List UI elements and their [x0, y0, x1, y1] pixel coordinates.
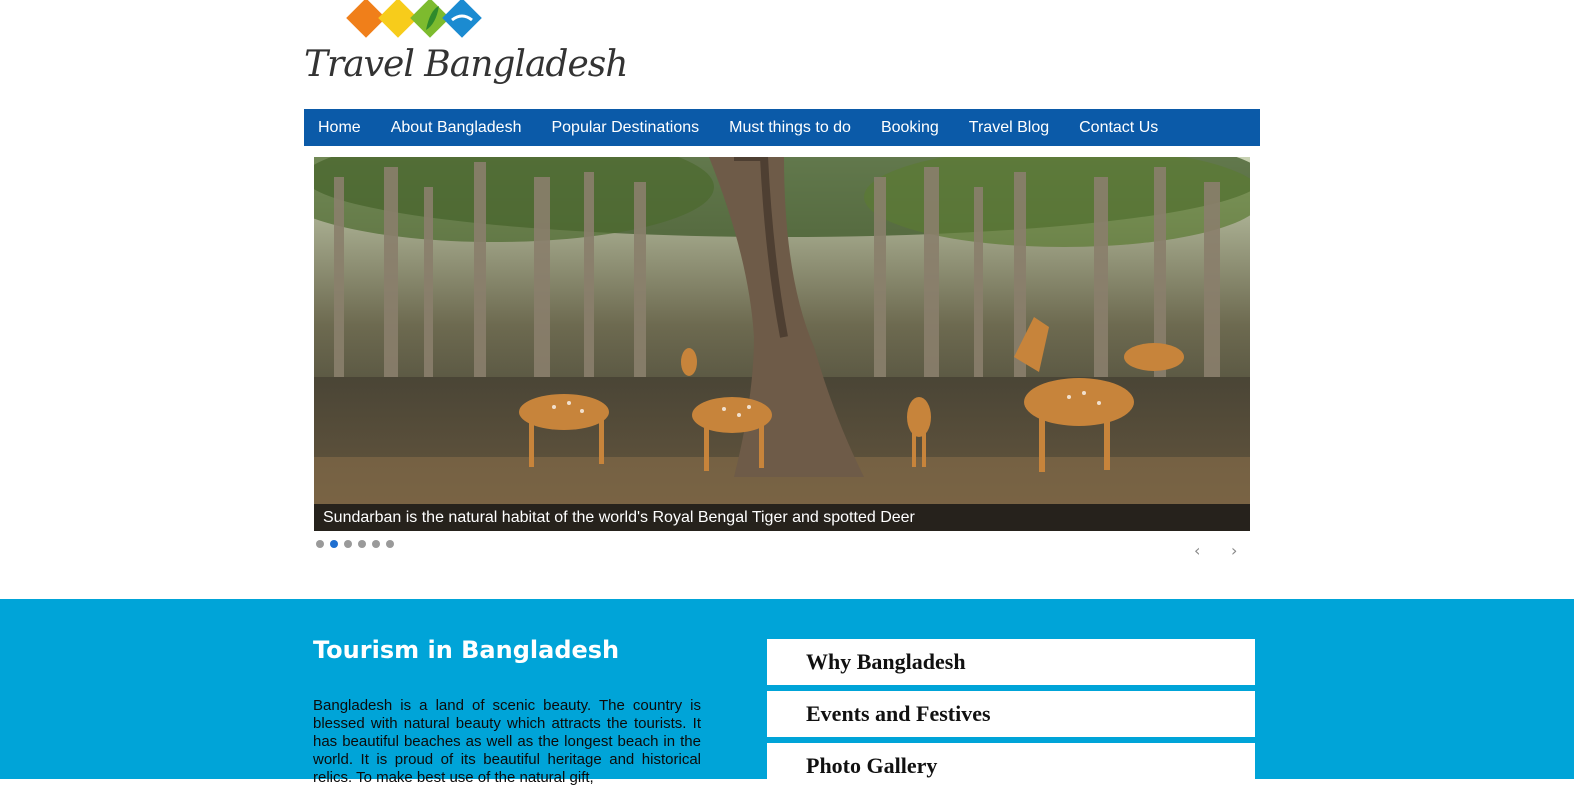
nav-item-must-things-to-do[interactable]: Must things to do	[714, 109, 866, 146]
nav-item-popular-destinations[interactable]: Popular Destinations	[536, 109, 714, 146]
section-body-text: Bangladesh is a land of scenic beauty. T…	[313, 697, 701, 786]
slide-caption: Sundarban is the natural habitat of the …	[314, 504, 1250, 531]
site-logo[interactable]: Travel Bangladesh	[304, 0, 628, 106]
nav-item-travel-blog[interactable]: Travel Blog	[954, 109, 1064, 146]
nav-item-booking[interactable]: Booking	[866, 109, 954, 146]
logo-text: Travel Bangladesh	[304, 44, 628, 85]
slider-dot[interactable]	[386, 540, 394, 548]
link-photo-gallery[interactable]: Photo Gallery	[767, 743, 1255, 789]
slide-image-sundarban-deer	[314, 157, 1250, 531]
slider-dot-active[interactable]	[330, 540, 338, 548]
slider-dot[interactable]	[344, 540, 352, 548]
main-nav: Home About Bangladesh Popular Destinatio…	[304, 109, 1260, 146]
nav-item-about-bangladesh[interactable]: About Bangladesh	[376, 109, 537, 146]
section-title: Tourism in Bangladesh	[313, 636, 620, 664]
logo-mark	[346, 0, 482, 38]
slider-pagination	[316, 540, 394, 548]
slider-dot[interactable]	[372, 540, 380, 548]
link-why-bangladesh[interactable]: Why Bangladesh	[767, 639, 1255, 685]
hero-slider[interactable]: Sundarban is the natural habitat of the …	[314, 157, 1250, 531]
slider-next-icon[interactable]: ›	[1231, 541, 1237, 560]
slider-prev-icon[interactable]: ‹	[1194, 541, 1200, 560]
slider-dot[interactable]	[358, 540, 366, 548]
link-events-and-festives[interactable]: Events and Festives	[767, 691, 1255, 737]
nav-item-contact-us[interactable]: Contact Us	[1064, 109, 1173, 146]
slider-dot[interactable]	[316, 540, 324, 548]
nav-item-home[interactable]: Home	[304, 109, 376, 146]
logo-tile-blue	[442, 0, 482, 38]
